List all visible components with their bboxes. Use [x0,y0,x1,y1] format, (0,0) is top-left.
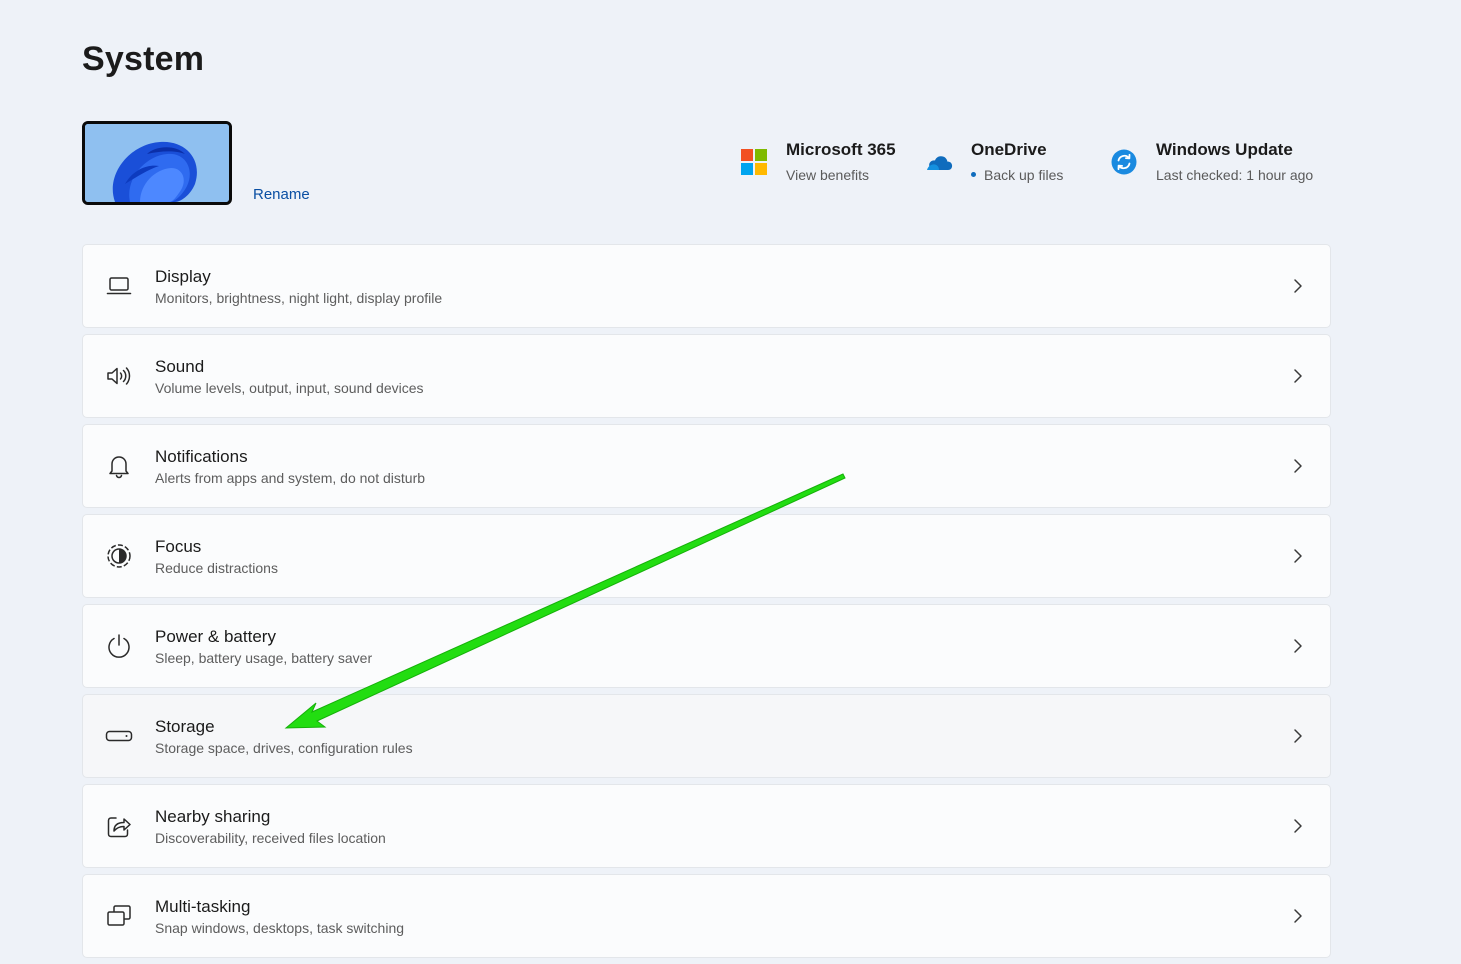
settings-row-storage[interactable]: Storage Storage space, drives, configura… [82,694,1331,778]
row-subtitle: Discoverability, received files location [155,829,386,846]
chevron-right-icon [1288,456,1308,476]
row-title: Storage [155,716,215,736]
windows-update-title: Windows Update [1156,140,1293,159]
microsoft-365-item[interactable]: Microsoft 365 View benefits [740,140,896,183]
settings-row-nearby-sharing[interactable]: Nearby sharing Discoverability, received… [82,784,1331,868]
settings-row-sound[interactable]: Sound Volume levels, output, input, soun… [82,334,1331,418]
chevron-right-icon [1288,276,1308,296]
microsoft-365-subtitle: View benefits [786,167,870,183]
chevron-right-icon [1288,816,1308,836]
rename-link[interactable]: Rename [253,186,310,203]
chevron-right-icon [1288,906,1308,926]
chevron-right-icon [1288,726,1308,746]
windows-bloom-wallpaper [85,124,229,202]
row-title: Focus [155,536,202,556]
settings-row-display[interactable]: Display Monitors, brightness, night ligh… [82,244,1331,328]
onedrive-item[interactable]: OneDrive Back up files [925,140,1063,183]
row-subtitle: Volume levels, output, input, sound devi… [155,379,424,396]
microsoft-logo-icon [740,148,768,176]
row-subtitle: Snap windows, desktops, task switching [155,919,405,936]
settings-row-focus[interactable]: Focus Reduce distractions [82,514,1331,598]
onedrive-subtitle: Back up files [984,167,1064,183]
laptop-icon [105,272,133,300]
row-title: Display [155,266,211,286]
onedrive-title: OneDrive [971,140,1047,159]
chevron-right-icon [1288,366,1308,386]
microsoft-365-title: Microsoft 365 [786,140,896,159]
settings-list: Display Monitors, brightness, night ligh… [82,244,1331,964]
share-icon [105,812,133,840]
multitasking-icon [105,902,133,930]
power-icon [105,632,133,660]
row-title: Multi-tasking [155,896,251,916]
bell-icon [105,452,133,480]
row-title: Sound [155,356,205,376]
settings-row-multitasking[interactable]: Multi-tasking Snap windows, desktops, ta… [82,874,1331,958]
row-subtitle: Monitors, brightness, night light, displ… [155,289,443,306]
onedrive-cloud-icon [925,148,953,176]
chevron-right-icon [1288,636,1308,656]
focus-icon [105,542,133,570]
speaker-icon [105,362,133,390]
onedrive-status: Back up files [971,167,1063,183]
storage-drive-icon [105,722,133,750]
row-title: Power & battery [155,626,276,646]
settings-row-notifications[interactable]: Notifications Alerts from apps and syste… [82,424,1331,508]
settings-row-power-battery[interactable]: Power & battery Sleep, battery usage, ba… [82,604,1331,688]
device-wallpaper-thumbnail [82,121,232,205]
row-subtitle: Alerts from apps and system, do not dist… [155,469,426,486]
row-title: Nearby sharing [155,806,271,826]
windows-update-subtitle: Last checked: 1 hour ago [1156,167,1314,183]
chevron-right-icon [1288,546,1308,566]
status-dot-icon [971,171,976,177]
page-title: System [82,40,205,78]
row-subtitle: Reduce distractions [155,559,278,576]
windows-update-icon [1110,148,1138,176]
row-subtitle: Storage space, drives, configuration rul… [155,739,413,756]
row-title: Notifications [155,446,248,466]
row-subtitle: Sleep, battery usage, battery saver [155,649,373,666]
windows-update-item[interactable]: Windows Update Last checked: 1 hour ago [1110,140,1313,183]
